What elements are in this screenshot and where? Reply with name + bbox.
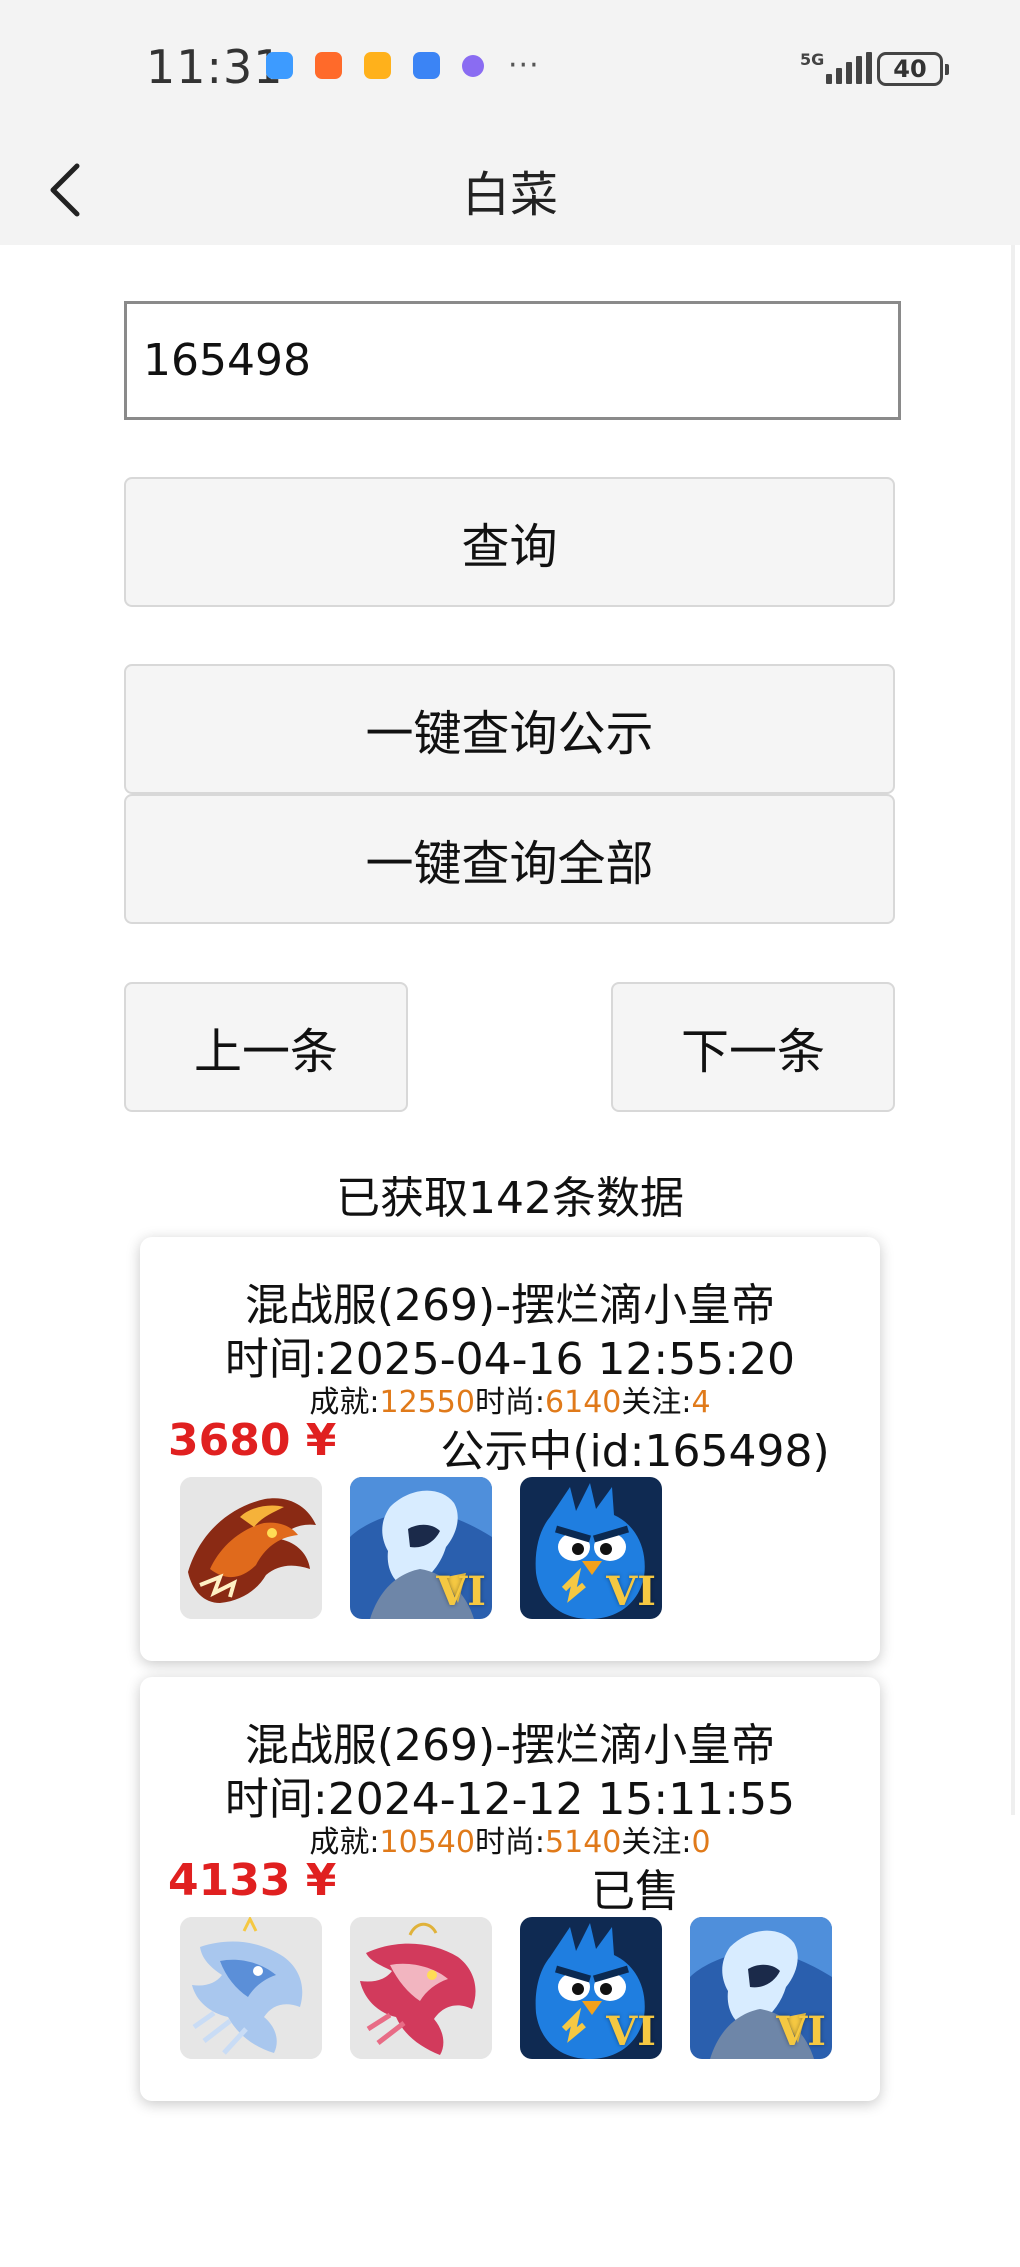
thumbnail-row: VI VI: [180, 1477, 662, 1619]
next-button[interactable]: 下一条: [611, 982, 895, 1112]
vip-badge: VI: [776, 2008, 826, 2055]
status-bar: 11:31 ··· 5G 40: [0, 0, 1020, 135]
listing-card[interactable]: 混战服(269)-摆烂滴小皇帝 时间:2024-12-12 15:11:55 成…: [140, 1677, 880, 2101]
price: 4133 ¥: [168, 1855, 337, 1906]
search-input[interactable]: [124, 301, 901, 420]
more-notifications-icon: ···: [508, 47, 540, 83]
page-title: 白菜: [461, 167, 558, 223]
app-notification-icon: [315, 52, 342, 79]
cloud-notification-icon: [413, 52, 440, 79]
notification-icons: ···: [266, 47, 540, 83]
prev-button[interactable]: 上一条: [124, 982, 408, 1112]
vip-badge: VI: [606, 1568, 656, 1615]
red-dragon-icon[interactable]: [350, 1917, 492, 2059]
thumbnail-row: VI VI: [180, 1917, 832, 2059]
data-count-text: 已获取142条数据: [336, 1173, 684, 1224]
ice-warrior-icon[interactable]: VI: [690, 1917, 832, 2059]
listing-card[interactable]: 混战服(269)-摆烂滴小皇帝 时间:2025-04-16 12:55:20 成…: [140, 1237, 880, 1661]
battery-icon: 40: [877, 52, 949, 86]
app-notification-icon: [462, 54, 484, 77]
vip-badge: VI: [606, 2008, 656, 2055]
blue-bird-icon[interactable]: VI: [520, 1477, 662, 1619]
ice-dragon-icon[interactable]: [180, 1917, 322, 2059]
app-notification-icon: [266, 52, 293, 79]
listing-status: 公示中(id:165498): [440, 1426, 830, 1477]
nav-bar: 白菜: [0, 135, 1020, 245]
status-time: 11:31: [146, 40, 284, 94]
blue-bird-icon[interactable]: VI: [520, 1917, 662, 2059]
app-notification-icon: [364, 52, 391, 79]
vip-badge: VI: [436, 1568, 486, 1615]
query-all-button[interactable]: 一键查询全部: [124, 794, 895, 924]
query-public-button[interactable]: 一键查询公示: [124, 664, 895, 794]
listing-status: 已售: [591, 1866, 679, 1917]
price: 3680 ¥: [168, 1415, 337, 1466]
network-type: 5G: [800, 50, 825, 69]
ice-warrior-icon[interactable]: VI: [350, 1477, 492, 1619]
scrollbar[interactable]: [1011, 245, 1015, 1815]
signal-icon: 5G: [800, 50, 872, 84]
fire-dragon-icon[interactable]: [180, 1477, 322, 1619]
query-button[interactable]: 查询: [124, 477, 895, 607]
